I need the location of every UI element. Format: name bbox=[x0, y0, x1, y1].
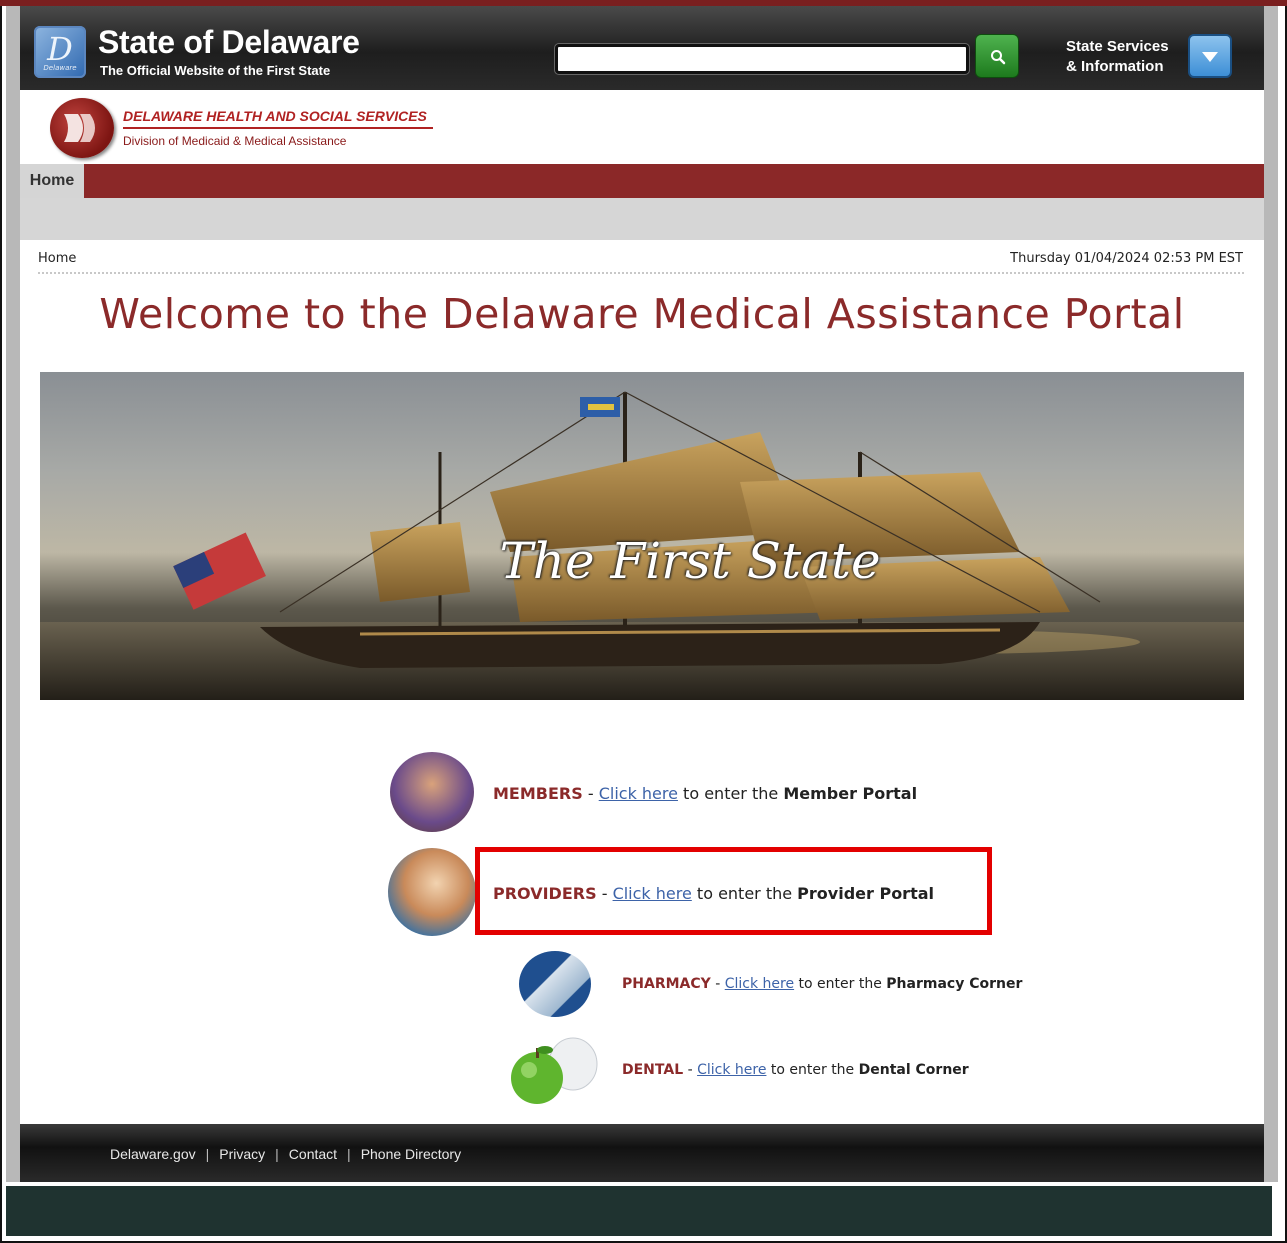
dhss-banner: DELAWARE HEALTH AND SOCIAL SERVICES Divi… bbox=[20, 90, 1264, 164]
pharmacy-photo bbox=[519, 951, 591, 1017]
dhss-title[interactable]: DELAWARE HEALTH AND SOCIAL SERVICES bbox=[123, 108, 433, 129]
members-label: MEMBERS bbox=[493, 784, 583, 803]
dhss-logo-mark bbox=[64, 114, 95, 142]
dental-label: DENTAL bbox=[622, 1062, 684, 1078]
footer-separator: | bbox=[205, 1146, 210, 1162]
state-services-label[interactable]: State Services & Information bbox=[1066, 37, 1169, 77]
dotted-divider bbox=[38, 272, 1244, 274]
state-services-line1: State Services bbox=[1066, 38, 1169, 55]
sub-nav bbox=[20, 198, 1264, 240]
breadcrumb[interactable]: Home bbox=[38, 251, 76, 266]
site-subtitle: The Official Website of the First State bbox=[100, 63, 331, 78]
hero-caption: The First State bbox=[499, 532, 881, 590]
footer-link-delaware-gov[interactable]: Delaware.gov bbox=[110, 1146, 196, 1162]
providers-label: PROVIDERS bbox=[493, 884, 597, 903]
hero-image: The First State bbox=[40, 372, 1244, 700]
state-services-dropdown-button[interactable] bbox=[1188, 34, 1232, 78]
search-icon bbox=[991, 50, 1006, 65]
dhss-logo-icon[interactable] bbox=[50, 98, 114, 158]
state-services-line2: & Information bbox=[1066, 58, 1164, 75]
site-footer: Delaware.gov | Privacy | Contact | Phone Direc… bbox=[20, 1124, 1264, 1182]
pharmacy-label: PHARMACY bbox=[622, 976, 711, 992]
footer-separator: | bbox=[347, 1146, 351, 1162]
providers-dash: - bbox=[596, 884, 613, 903]
logo-caption: Delaware bbox=[43, 64, 77, 72]
footer-link-contact[interactable]: Contact bbox=[289, 1146, 337, 1162]
pharmacy-corner-target: Pharmacy Corner bbox=[886, 976, 1023, 992]
footer-separator: | bbox=[275, 1146, 279, 1162]
site-title[interactable]: State of Delaware bbox=[98, 24, 360, 61]
search-input[interactable] bbox=[555, 44, 969, 74]
pharmacy-dash: - bbox=[710, 976, 725, 992]
providers-photo bbox=[388, 848, 476, 936]
members-portal-target: Member Portal bbox=[783, 784, 918, 803]
members-click-here-link[interactable]: Click here bbox=[599, 784, 678, 803]
logo-letter: D bbox=[47, 30, 73, 68]
main-nav: Home bbox=[20, 164, 1264, 198]
right-gutter bbox=[1264, 6, 1278, 1182]
apple-tooth-icon bbox=[511, 1037, 598, 1104]
dental-apple-tooth-image bbox=[503, 1034, 607, 1106]
footer-links: Delaware.gov | Privacy | Contact | Phone Direc… bbox=[110, 1146, 461, 1162]
providers-row: PROVIDERS - Click here to enter the Prov… bbox=[493, 884, 934, 903]
delaware-logo-icon[interactable]: D Delaware bbox=[34, 26, 86, 78]
site-header: D Delaware State of Delaware The Officia… bbox=[20, 6, 1264, 90]
current-datetime: Thursday 01/04/2024 02:53 PM EST bbox=[1010, 251, 1243, 266]
dhss-subtitle: Division of Medicaid & Medical Assistanc… bbox=[123, 134, 347, 148]
members-row: MEMBERS - Click here to enter the Member… bbox=[493, 784, 917, 803]
bottom-band bbox=[6, 1186, 1272, 1236]
nav-home-tab[interactable]: Home bbox=[20, 164, 84, 198]
members-photo bbox=[390, 752, 474, 832]
providers-click-here-link[interactable]: Click here bbox=[613, 884, 692, 903]
pharmacy-click-here-link[interactable]: Click here bbox=[725, 976, 794, 992]
dental-row: DENTAL - Click here to enter the Dental … bbox=[622, 1062, 969, 1078]
dental-click-here-link[interactable]: Click here bbox=[697, 1062, 766, 1078]
members-text: to enter the bbox=[677, 784, 784, 803]
pharmacy-text: to enter the bbox=[794, 976, 887, 992]
providers-portal-target: Provider Portal bbox=[797, 884, 934, 903]
pharmacy-row: PHARMACY - Click here to enter the Pharm… bbox=[622, 976, 1022, 992]
page-title: Welcome to the Delaware Medical Assistan… bbox=[99, 290, 1185, 338]
dental-corner-target: Dental Corner bbox=[858, 1062, 969, 1078]
providers-text: to enter the bbox=[691, 884, 798, 903]
footer-link-privacy[interactable]: Privacy bbox=[219, 1146, 265, 1162]
footer-link-phone-directory[interactable]: Phone Directory bbox=[361, 1146, 461, 1162]
left-gutter bbox=[6, 6, 20, 1182]
chevron-down-icon bbox=[1202, 52, 1218, 62]
dental-text: to enter the bbox=[766, 1062, 859, 1078]
search-button[interactable] bbox=[975, 34, 1019, 78]
dental-dash: - bbox=[683, 1062, 698, 1078]
members-dash: - bbox=[582, 784, 599, 803]
